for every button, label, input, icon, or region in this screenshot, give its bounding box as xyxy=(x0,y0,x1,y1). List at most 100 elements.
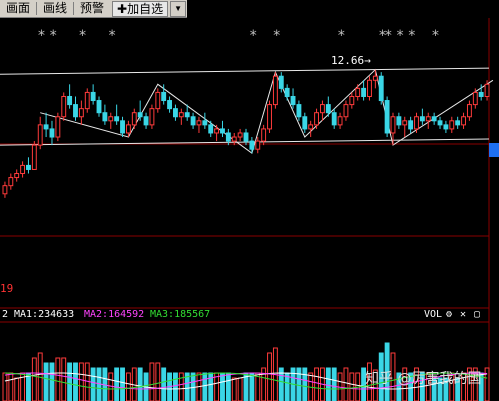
candle-body xyxy=(443,124,449,130)
candle-body xyxy=(314,112,319,126)
volume-bar xyxy=(43,362,49,401)
candle-body xyxy=(114,116,120,122)
volume-bar xyxy=(67,362,73,401)
volume-bar xyxy=(120,367,125,401)
ma2-value: MA2:164592 xyxy=(84,309,145,320)
candle-body xyxy=(55,116,61,138)
candle-body xyxy=(78,108,84,118)
candle-body xyxy=(231,136,237,142)
candle-body xyxy=(261,128,267,142)
candle-body xyxy=(173,108,178,118)
candle-body xyxy=(290,95,296,106)
candle-body xyxy=(349,95,355,106)
upper-trendline xyxy=(0,67,490,75)
volume-bar xyxy=(343,367,349,401)
vol-label[interactable]: VOL xyxy=(424,309,442,320)
candle-body xyxy=(296,104,302,118)
volume-bar xyxy=(208,372,214,401)
candle-body xyxy=(272,75,278,106)
candle-body xyxy=(367,79,372,97)
candle-body xyxy=(167,100,173,110)
peak-price-label: 12.66→ xyxy=(331,54,371,67)
candle-body xyxy=(8,177,14,187)
close-icon[interactable]: ✕ xyxy=(460,309,466,320)
candle-body xyxy=(361,87,367,97)
candle-body xyxy=(96,100,102,114)
candle-body xyxy=(161,91,167,102)
candle-body xyxy=(284,87,290,97)
candle-body xyxy=(202,120,208,126)
price-scale-label: 19 xyxy=(0,282,14,295)
candle-body xyxy=(461,116,466,126)
candle-body xyxy=(472,91,478,106)
candle-body xyxy=(343,104,349,118)
volume-bar xyxy=(149,362,155,401)
volume-bar xyxy=(73,362,78,401)
zigzag-line xyxy=(40,68,494,155)
signal-star-marker: * xyxy=(337,28,346,44)
candle-body xyxy=(414,116,419,130)
candle-body xyxy=(61,95,67,118)
candle-body xyxy=(37,124,43,146)
volume-bar xyxy=(314,367,319,401)
candle-body xyxy=(102,112,108,122)
signal-star-marker: * xyxy=(407,28,417,44)
candle-body xyxy=(120,120,125,134)
candle-body xyxy=(337,116,343,126)
volume-bar xyxy=(296,367,302,401)
expand-icon[interactable]: ▢ xyxy=(474,309,480,320)
volume-bar xyxy=(26,372,31,401)
candle-body xyxy=(402,120,408,126)
volume-bar xyxy=(325,367,331,401)
volume-bar xyxy=(220,372,225,401)
candle-body xyxy=(425,116,431,122)
candle-body xyxy=(26,164,31,170)
volume-bar xyxy=(302,367,308,401)
settings-icon[interactable]: ⚙ xyxy=(446,309,452,320)
volume-bar xyxy=(225,372,231,401)
candle-body xyxy=(255,140,261,150)
signal-star-marker: * xyxy=(37,28,46,44)
candle-body xyxy=(319,104,325,114)
volume-bar xyxy=(78,362,84,401)
signal-star-marker: * xyxy=(384,28,393,44)
kline-chart[interactable] xyxy=(0,0,499,401)
candle-body xyxy=(184,112,190,118)
volume-bar xyxy=(178,372,184,401)
candle-body xyxy=(131,112,137,126)
candle-body xyxy=(237,132,243,138)
candle-body xyxy=(190,116,196,126)
candle-body xyxy=(73,104,78,118)
volume-bar xyxy=(331,367,337,401)
candle-body xyxy=(196,120,202,126)
ma1-value: MA1:234633 xyxy=(14,309,75,320)
candle-body xyxy=(31,144,37,170)
volume-bar xyxy=(155,362,161,401)
candle-body xyxy=(325,104,331,114)
volume-bar xyxy=(90,367,96,401)
candle-body xyxy=(84,91,90,110)
volume-bar xyxy=(202,372,208,401)
candle-body xyxy=(419,116,425,122)
watermark: 知乎 @厉害我的国 xyxy=(365,371,482,387)
volume-bar xyxy=(31,357,37,401)
signal-star-marker: * xyxy=(272,28,281,44)
candle-body xyxy=(125,124,131,134)
marker-row: ************* xyxy=(0,28,499,44)
candle-body xyxy=(372,75,378,81)
volume-bar xyxy=(161,367,167,401)
volume-bar xyxy=(125,372,131,401)
candle-body xyxy=(143,116,149,126)
volume-bar xyxy=(8,372,14,401)
volume-bar xyxy=(137,367,143,401)
candle-body xyxy=(149,108,155,126)
candle-body xyxy=(155,91,161,110)
signal-star-marker: * xyxy=(431,28,440,44)
candle-body xyxy=(220,128,225,134)
candle-body xyxy=(49,128,55,138)
volume-bar xyxy=(61,357,67,401)
candle-body xyxy=(90,91,96,102)
candle-body xyxy=(478,91,484,97)
candle-body xyxy=(225,132,231,142)
scroll-handle[interactable] xyxy=(489,143,499,157)
